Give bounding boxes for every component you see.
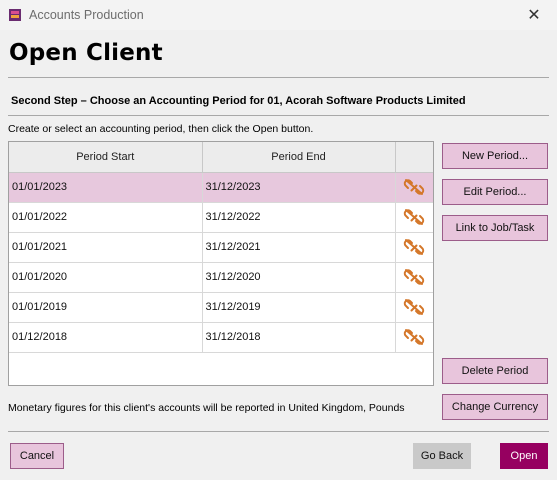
period-start-cell[interactable]: 01/12/2018 — [9, 322, 203, 353]
divider — [8, 77, 549, 78]
link-status-cell[interactable] — [395, 292, 433, 323]
period-end-cell[interactable]: 31/12/2018 — [202, 322, 396, 353]
period-end-cell[interactable]: 31/12/2021 — [202, 232, 396, 263]
close-icon: ✕ — [527, 7, 541, 24]
title-bar: Accounts Production ✕ — [0, 0, 557, 30]
period-end-cell[interactable]: 31/12/2022 — [202, 202, 396, 233]
unlink-icon[interactable] — [403, 209, 425, 225]
period-start-cell[interactable]: 01/01/2023 — [9, 172, 203, 203]
table-row[interactable]: 01/01/2020 31/12/2020 — [9, 262, 433, 293]
unlink-icon[interactable] — [403, 329, 425, 345]
link-to-job-button[interactable]: Link to Job/Task — [442, 215, 548, 241]
currency-note: Monetary figures for this client's accou… — [8, 402, 405, 414]
period-start-cell[interactable]: 01/01/2022 — [9, 202, 203, 233]
divider — [8, 115, 549, 116]
column-header-link — [395, 142, 433, 173]
divider — [8, 431, 549, 432]
table-row[interactable]: 01/01/2023 31/12/2023 — [9, 172, 433, 203]
link-status-cell[interactable] — [395, 202, 433, 233]
table-header-row: Period Start Period End — [9, 142, 433, 173]
period-end-cell[interactable]: 31/12/2023 — [202, 172, 396, 203]
table-row[interactable]: 01/01/2021 31/12/2021 — [9, 232, 433, 263]
period-end-cell[interactable]: 31/12/2020 — [202, 262, 396, 293]
delete-period-button[interactable]: Delete Period — [442, 358, 548, 384]
table-row[interactable]: 01/01/2019 31/12/2019 — [9, 292, 433, 323]
periods-table: Period Start Period End 01/01/2023 31/12/… — [8, 141, 434, 386]
link-status-cell[interactable] — [395, 322, 433, 353]
period-end-cell[interactable]: 31/12/2019 — [202, 292, 396, 323]
unlink-icon[interactable] — [403, 269, 425, 285]
go-back-button[interactable]: Go Back — [413, 443, 471, 469]
unlink-icon[interactable] — [403, 179, 425, 195]
table-row[interactable]: 01/01/2022 31/12/2022 — [9, 202, 433, 233]
app-logo-icon — [9, 9, 21, 21]
edit-period-button[interactable]: Edit Period... — [442, 179, 548, 205]
link-status-cell[interactable] — [395, 262, 433, 293]
column-header-period-end[interactable]: Period End — [202, 142, 396, 173]
window-title: Accounts Production — [29, 8, 144, 22]
table-row[interactable]: 01/12/2018 31/12/2018 — [9, 322, 433, 353]
page-title: Open Client — [9, 40, 163, 66]
change-currency-button[interactable]: Change Currency — [442, 394, 548, 420]
link-status-cell[interactable] — [395, 232, 433, 263]
instructions-text: Create or select an accounting period, t… — [8, 123, 314, 135]
step-heading: Second Step – Choose an Accounting Perio… — [11, 95, 466, 107]
cancel-button[interactable]: Cancel — [10, 443, 64, 469]
close-window-button[interactable]: ✕ — [511, 0, 557, 30]
period-start-cell[interactable]: 01/01/2019 — [9, 292, 203, 323]
unlink-icon[interactable] — [403, 239, 425, 255]
open-button[interactable]: Open — [500, 443, 548, 469]
period-start-cell[interactable]: 01/01/2021 — [9, 232, 203, 263]
link-status-cell[interactable] — [395, 172, 433, 203]
column-header-period-start[interactable]: Period Start — [9, 142, 203, 173]
period-start-cell[interactable]: 01/01/2020 — [9, 262, 203, 293]
new-period-button[interactable]: New Period... — [442, 143, 548, 169]
unlink-icon[interactable] — [403, 299, 425, 315]
